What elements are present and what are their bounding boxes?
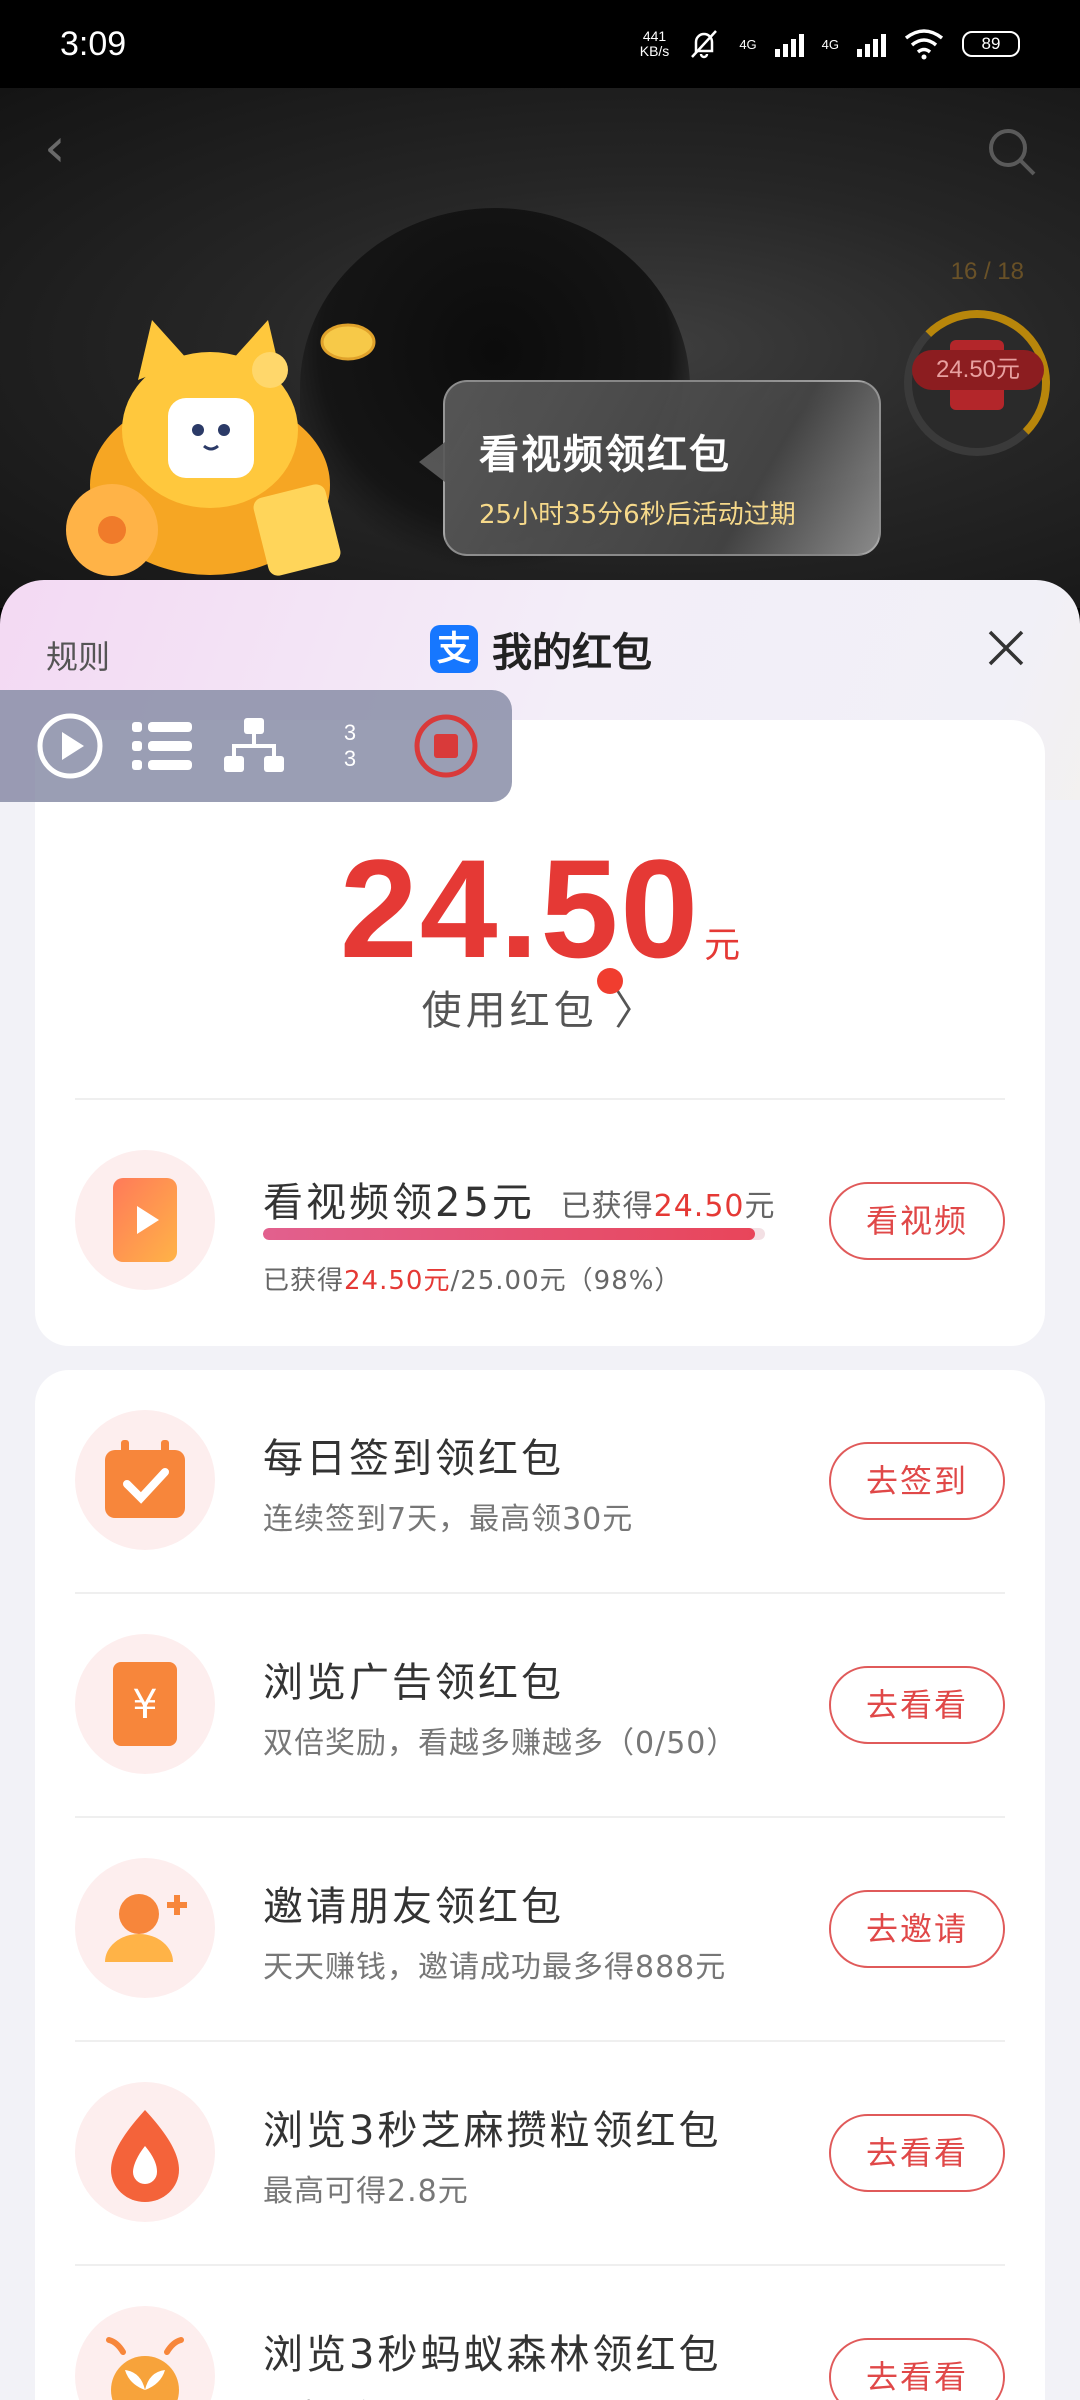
video-task-title: 看视频领25元 已获得24.50元: [263, 1170, 776, 1228]
sesame-drop-icon: [111, 2110, 179, 2202]
close-icon[interactable]: [984, 626, 1028, 670]
lucky-cat-mascot-icon: [66, 320, 341, 576]
task-icon-wrap: [75, 1858, 215, 1998]
status-icons: 441 KB/s 4G 4G 89: [640, 27, 1020, 61]
wallet-amount-row: 24.50 元: [35, 828, 1045, 990]
task-icon-wrap: [75, 2306, 215, 2400]
divider: [75, 1098, 1005, 1100]
video-count: 16 / 18: [950, 258, 1024, 285]
red-envelope-yuan-icon: ¥: [113, 1662, 177, 1746]
task-subtitle: 最高可得2.8元: [263, 2390, 469, 2400]
network-type-1: 4G: [739, 36, 757, 52]
sheet-title-text: 我的红包: [492, 630, 652, 676]
progress-value: 24.50元: [344, 1266, 451, 1296]
network-speed-value: 441: [642, 28, 667, 44]
back-icon[interactable]: ‹: [44, 118, 84, 178]
video-task-earned-value: 24.50: [653, 1189, 745, 1224]
calendar-check-icon: [105, 1440, 185, 1518]
ant-forest-icon: [106, 2337, 184, 2400]
stop-record-button[interactable]: [400, 706, 492, 786]
recorder-counter: 3 3: [300, 720, 400, 772]
alipay-logo-icon: 支: [430, 625, 478, 673]
status-time: 3:09: [60, 24, 127, 63]
task-subtitle: 最高可得2.8元: [263, 2174, 469, 2209]
video-task-progress-fill: [263, 1228, 755, 1240]
task-subtitle: 双倍奖励，看越多赚越多（0/50）: [263, 1726, 738, 1761]
mute-bell-icon: [691, 30, 718, 59]
bubble-title: 看视频领红包: [479, 432, 731, 478]
play-button[interactable]: [24, 706, 116, 786]
video-reward-bubble[interactable]: 看视频领红包 25小时35分6秒后活动过期: [419, 380, 881, 556]
video-task-earned: 已获得24.50元: [561, 1189, 776, 1224]
task-icon-wrap: ¥: [75, 1634, 215, 1774]
bubble-countdown: 25小时35分6秒后活动过期: [479, 500, 796, 530]
svg-text:¥: ¥: [132, 1682, 157, 1728]
hierarchy-button[interactable]: [208, 706, 300, 786]
recorder-count-top: 3: [343, 720, 357, 745]
task-title: 浏览3秒蚂蚁森林领红包: [263, 2332, 722, 2378]
task-subtitle: 连续签到7天，最高领30元: [263, 1502, 634, 1537]
signal-icon-2: [857, 31, 886, 57]
play-icon: [37, 713, 103, 779]
view-forest-button[interactable]: 去看看: [829, 2338, 1005, 2400]
task-title: 每日签到领红包: [263, 1436, 564, 1482]
network-speed-unit: KB/s: [639, 43, 670, 59]
network-type-2: 4G: [821, 36, 839, 52]
watch-video-button[interactable]: 看视频: [829, 1182, 1005, 1260]
video-task-progress-text: 已获得24.50元/25.00元（98%）: [263, 1260, 681, 1297]
gold-coin-icon: [320, 323, 376, 361]
list-icon: [132, 722, 192, 770]
progress-rest: /25.00元（98%）: [450, 1266, 682, 1296]
video-task-progress-bar: [263, 1228, 765, 1240]
video-task-earned-suffix: 元: [744, 1189, 776, 1224]
list-button[interactable]: [116, 706, 208, 786]
sheet-title: 支 我的红包: [430, 620, 652, 678]
invite-button[interactable]: 去邀请: [829, 1890, 1005, 1968]
battery-icon: 89: [962, 31, 1020, 57]
wallet-amount: 24.50: [339, 830, 701, 987]
recorder-toolbar: 3 3: [0, 690, 512, 802]
wallet-card: 24.50 元 使用红包 〉 看视频领25元 已获得24.50元 已获得24.50…: [35, 720, 1045, 1346]
progress-prefix: 已获得: [263, 1266, 345, 1296]
search-icon[interactable]: [984, 124, 1040, 180]
add-friend-icon: [105, 1894, 187, 1962]
stop-record-icon: [414, 714, 478, 778]
tasks-card: 每日签到领红包 连续签到7天，最高领30元 去签到 ¥ 浏览广告领红包 双倍奖励…: [35, 1370, 1045, 2400]
video-task-icon-wrap: [75, 1150, 215, 1290]
task-icon-wrap: [75, 1410, 215, 1550]
wallet-amount-unit: 元: [704, 925, 741, 966]
task-icon-wrap: [75, 2082, 215, 2222]
video-task-earned-prefix: 已获得: [560, 1189, 654, 1224]
task-subtitle: 天天赚钱，邀请成功最多得888元: [263, 1950, 727, 1985]
task-title: 浏览广告领红包: [263, 1660, 564, 1706]
video-task-title-text: 看视频领25元: [263, 1180, 535, 1226]
view-sesame-button[interactable]: 去看看: [829, 2114, 1005, 2192]
divider: [75, 1816, 1005, 1818]
checkin-button[interactable]: 去签到: [829, 1442, 1005, 1520]
recorder-count-bottom: 3: [343, 746, 357, 771]
notification-dot: [597, 968, 623, 994]
wifi-icon: [904, 29, 944, 60]
rules-link[interactable]: 规则: [46, 632, 110, 678]
red-packet-widget-amount: 24.50元: [912, 350, 1044, 390]
network-speed: 441 KB/s: [640, 29, 670, 59]
divider: [75, 2040, 1005, 2042]
red-packet-sheet: 规则 支 我的红包 24.50 元 使用红包 〉 看视频领25元 已获得24.50…: [0, 580, 1080, 2400]
status-bar: 3:09 441 KB/s 4G 4G 89: [0, 0, 1080, 88]
play-video-icon: [113, 1178, 177, 1262]
use-red-packet-link[interactable]: 使用红包 〉: [35, 978, 1045, 1036]
view-ads-button[interactable]: 去看看: [829, 1666, 1005, 1744]
divider: [75, 2264, 1005, 2266]
hierarchy-icon: [224, 718, 284, 772]
task-title: 邀请朋友领红包: [263, 1884, 564, 1930]
task-title: 浏览3秒芝麻攒粒领红包: [263, 2108, 722, 2154]
divider: [75, 1592, 1005, 1594]
signal-icon: [774, 31, 804, 57]
